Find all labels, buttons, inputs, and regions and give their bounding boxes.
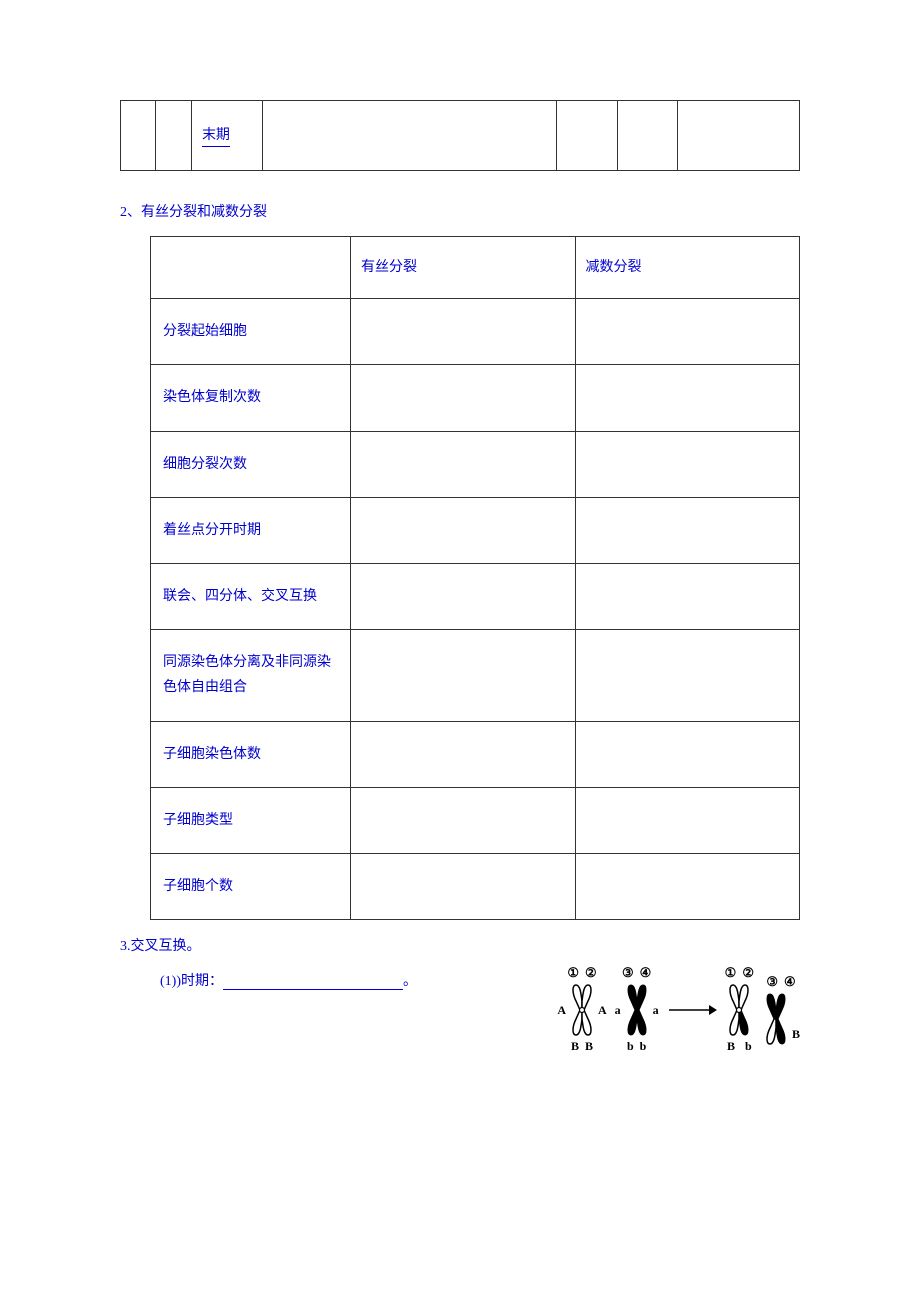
- label-circled-2b: ②: [742, 965, 754, 981]
- q3-period: 。: [403, 974, 417, 989]
- label-circled-4: ④: [640, 965, 652, 981]
- label-circled-3: ③: [622, 965, 634, 981]
- row-label: 联会、四分体、交叉互换: [151, 563, 351, 629]
- table-row: 细胞分裂次数: [151, 431, 800, 497]
- table-row: 着丝点分开时期: [151, 497, 800, 563]
- table-phase-fragment: 末期: [120, 100, 800, 171]
- table-row: 分裂起始细胞: [151, 299, 800, 365]
- row-label: 子细胞染色体数: [151, 721, 351, 787]
- row-label: 染色体复制次数: [151, 365, 351, 431]
- label-B-side: B: [792, 1027, 800, 1042]
- q3-prefix: (1))时期：: [160, 974, 223, 989]
- table-row: 同源染色体分离及非同源染色体自由组合: [151, 630, 800, 721]
- label-A-left: A: [557, 1003, 566, 1018]
- table-row: 末期: [121, 101, 800, 171]
- fill-blank[interactable]: [223, 976, 403, 990]
- section-2-title: 2、有丝分裂和减数分裂: [120, 201, 800, 221]
- table-mitosis-meiosis: 有丝分裂 减数分裂 分裂起始细胞 染色体复制次数 细胞分裂次数 着丝点分开时期 …: [150, 236, 800, 920]
- label-B-right: B: [585, 1039, 593, 1054]
- row-label: 着丝点分开时期: [151, 497, 351, 563]
- label-circled-4b: ④: [784, 974, 796, 990]
- chromosome-diagram: ① ② A A B B ③ ④: [417, 965, 800, 1054]
- label-b-after: b: [745, 1039, 752, 1054]
- label-circled-3b: ③: [766, 974, 778, 990]
- chromosome-black-icon: [623, 983, 651, 1037]
- row-label: 细胞分裂次数: [151, 431, 351, 497]
- label-circled-1b: ①: [725, 965, 737, 981]
- table-row: 子细胞染色体数: [151, 721, 800, 787]
- row-label: 分裂起始细胞: [151, 299, 351, 365]
- label-a-right: a: [653, 1003, 659, 1018]
- row-label: 同源染色体分离及非同源染色体自由组合: [151, 630, 351, 721]
- table-row: 联会、四分体、交叉互换: [151, 563, 800, 629]
- header-meiosis: 减数分裂: [575, 237, 800, 299]
- table-row: 染色体复制次数: [151, 365, 800, 431]
- phase-label: 末期: [202, 124, 230, 147]
- label-circled-1: ①: [567, 965, 579, 981]
- section-3-title: 3.交叉互换。: [120, 935, 800, 955]
- label-a-left: a: [615, 1003, 621, 1018]
- chromosome-crossover-white-icon: [725, 983, 753, 1037]
- chromosome-crossover-black-icon: [762, 992, 790, 1046]
- table-row: 有丝分裂 减数分裂: [151, 237, 800, 299]
- label-B-left: B: [571, 1039, 579, 1054]
- arrow-right-icon: [667, 1000, 717, 1020]
- header-mitosis: 有丝分裂: [351, 237, 576, 299]
- row-label: 子细胞个数: [151, 853, 351, 919]
- label-B-after: B: [727, 1039, 735, 1054]
- label-A-right: A: [598, 1003, 607, 1018]
- label-circled-2: ②: [585, 965, 597, 981]
- chromosome-white-icon: [568, 983, 596, 1037]
- table-row: 子细胞类型: [151, 787, 800, 853]
- table-row: 子细胞个数: [151, 853, 800, 919]
- row-label: 子细胞类型: [151, 787, 351, 853]
- question-3-1: (1))时期： 。: [160, 970, 417, 990]
- label-b-right: b: [640, 1039, 647, 1054]
- label-b-left: b: [627, 1039, 634, 1054]
